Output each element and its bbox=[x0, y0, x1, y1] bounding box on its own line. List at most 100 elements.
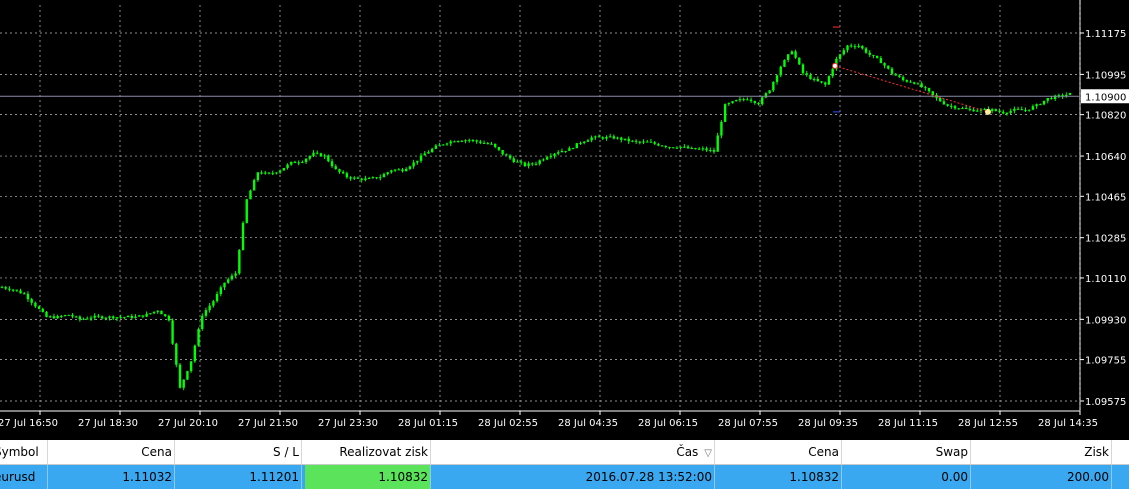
candle-body bbox=[824, 82, 827, 85]
candle-body bbox=[464, 140, 467, 142]
candle-body bbox=[319, 153, 323, 157]
candle-body bbox=[783, 59, 786, 67]
candle-body bbox=[82, 318, 85, 320]
candle-body bbox=[1068, 92, 1072, 95]
candle-body bbox=[505, 154, 508, 156]
candle-body bbox=[939, 98, 942, 102]
candle-body bbox=[152, 311, 156, 314]
candle-body bbox=[657, 143, 660, 146]
candle-body bbox=[182, 379, 185, 388]
candle-body bbox=[757, 102, 760, 105]
candle-body bbox=[74, 316, 78, 318]
candle-body bbox=[494, 143, 497, 147]
candle-body bbox=[397, 169, 400, 171]
candle-body bbox=[672, 147, 675, 149]
candle-body bbox=[141, 315, 145, 317]
candle-body bbox=[964, 108, 968, 110]
candle-body bbox=[712, 149, 716, 152]
candle-body bbox=[471, 140, 475, 142]
candle-body bbox=[52, 316, 56, 319]
header-profit[interactable]: Zisk bbox=[971, 440, 1112, 464]
time-tick-label: 27 Jul 20:10 bbox=[158, 418, 218, 429]
price-chart[interactable]: 1.11175 1.10995 1.10820 1.10640 1.10465 1.102… bbox=[0, 0, 1129, 432]
table-header-row: Symbol Cena S / L Realizovat zisk Čas ▽ C… bbox=[0, 440, 1129, 465]
cell-symbol: eurusd bbox=[0, 465, 48, 489]
candle-body bbox=[297, 162, 300, 164]
candle-body bbox=[842, 50, 845, 55]
candle-body bbox=[271, 173, 274, 175]
time-tick-label: 27 Jul 21:50 bbox=[238, 418, 298, 429]
candle-body bbox=[634, 140, 638, 142]
candle-body bbox=[1046, 98, 1049, 101]
candle-body bbox=[260, 172, 263, 174]
candle-body bbox=[583, 141, 586, 144]
header-time[interactable]: Čas ▽ bbox=[431, 440, 715, 464]
candle-body bbox=[950, 105, 953, 107]
candle-body bbox=[531, 163, 534, 165]
candle-body bbox=[994, 109, 998, 111]
candle-body bbox=[1009, 110, 1012, 113]
candle-body bbox=[45, 311, 48, 317]
candle-body bbox=[690, 148, 693, 150]
table-row[interactable]: eurusd 1.11032 1.11201 1.10832 2016.07.2… bbox=[0, 465, 1129, 489]
candle-body bbox=[427, 151, 430, 154]
candle-body bbox=[723, 104, 727, 122]
candle-body bbox=[1031, 106, 1035, 110]
candle-body bbox=[438, 144, 441, 146]
cell-tp: 1.10832 bbox=[305, 465, 431, 489]
candle-body bbox=[386, 172, 389, 175]
candle-body bbox=[60, 315, 63, 317]
trade-connector-line bbox=[834, 65, 989, 113]
candle-body bbox=[112, 316, 115, 319]
candle-body bbox=[705, 148, 708, 151]
time-tick-label: 27 Jul 23:30 bbox=[318, 418, 378, 429]
header-swap[interactable]: Swap bbox=[842, 440, 971, 464]
candle-body bbox=[238, 250, 241, 274]
candle-body bbox=[872, 54, 875, 56]
candle-body bbox=[8, 288, 11, 290]
candle-body bbox=[353, 177, 356, 179]
candle-body bbox=[701, 148, 705, 150]
candle-body bbox=[649, 141, 653, 143]
header-symbol[interactable]: Symbol bbox=[0, 440, 48, 464]
candle-body bbox=[957, 108, 960, 110]
candle-body bbox=[560, 150, 564, 153]
candle-body bbox=[138, 315, 141, 317]
candle-body bbox=[56, 315, 59, 319]
candle-body bbox=[338, 169, 341, 172]
candle-body bbox=[468, 140, 471, 142]
candle-body bbox=[990, 109, 994, 112]
time-tick-label: 27 Jul 16:50 bbox=[0, 418, 58, 429]
header-close-price[interactable]: Cena bbox=[715, 440, 842, 464]
candle-body bbox=[553, 153, 556, 156]
candle-body bbox=[931, 91, 934, 96]
candle-body bbox=[571, 148, 575, 150]
header-sl[interactable]: S / L bbox=[175, 440, 302, 464]
candle-body bbox=[163, 314, 167, 316]
cell-profit: 200.00 bbox=[971, 465, 1112, 489]
candle-body bbox=[764, 93, 768, 98]
candle-body bbox=[115, 317, 119, 319]
header-tp[interactable]: Realizovat zisk bbox=[302, 440, 431, 464]
candle-body bbox=[735, 100, 738, 102]
candle-body bbox=[749, 99, 753, 102]
candle-body bbox=[23, 293, 26, 295]
candle-body bbox=[230, 275, 234, 280]
candle-body bbox=[0, 287, 4, 289]
candle-body bbox=[171, 320, 174, 344]
candle-body bbox=[193, 345, 197, 362]
candle-body bbox=[798, 57, 801, 65]
cell-close-price: 1.10832 bbox=[715, 465, 842, 489]
chart-canvas[interactable]: 1.11175 1.10995 1.10820 1.10640 1.10465 1.102… bbox=[0, 0, 1129, 432]
cell-sl: 1.11201 bbox=[175, 465, 302, 489]
header-price[interactable]: Cena bbox=[48, 440, 175, 464]
candle-body bbox=[108, 316, 111, 318]
candle-body bbox=[312, 152, 315, 157]
candle-body bbox=[160, 310, 163, 315]
cell-price: 1.11032 bbox=[48, 465, 175, 489]
candle-body bbox=[761, 97, 764, 105]
candle-body bbox=[697, 148, 701, 150]
candle-body bbox=[575, 143, 578, 149]
candle-body bbox=[879, 58, 883, 64]
candle-body bbox=[197, 328, 200, 346]
